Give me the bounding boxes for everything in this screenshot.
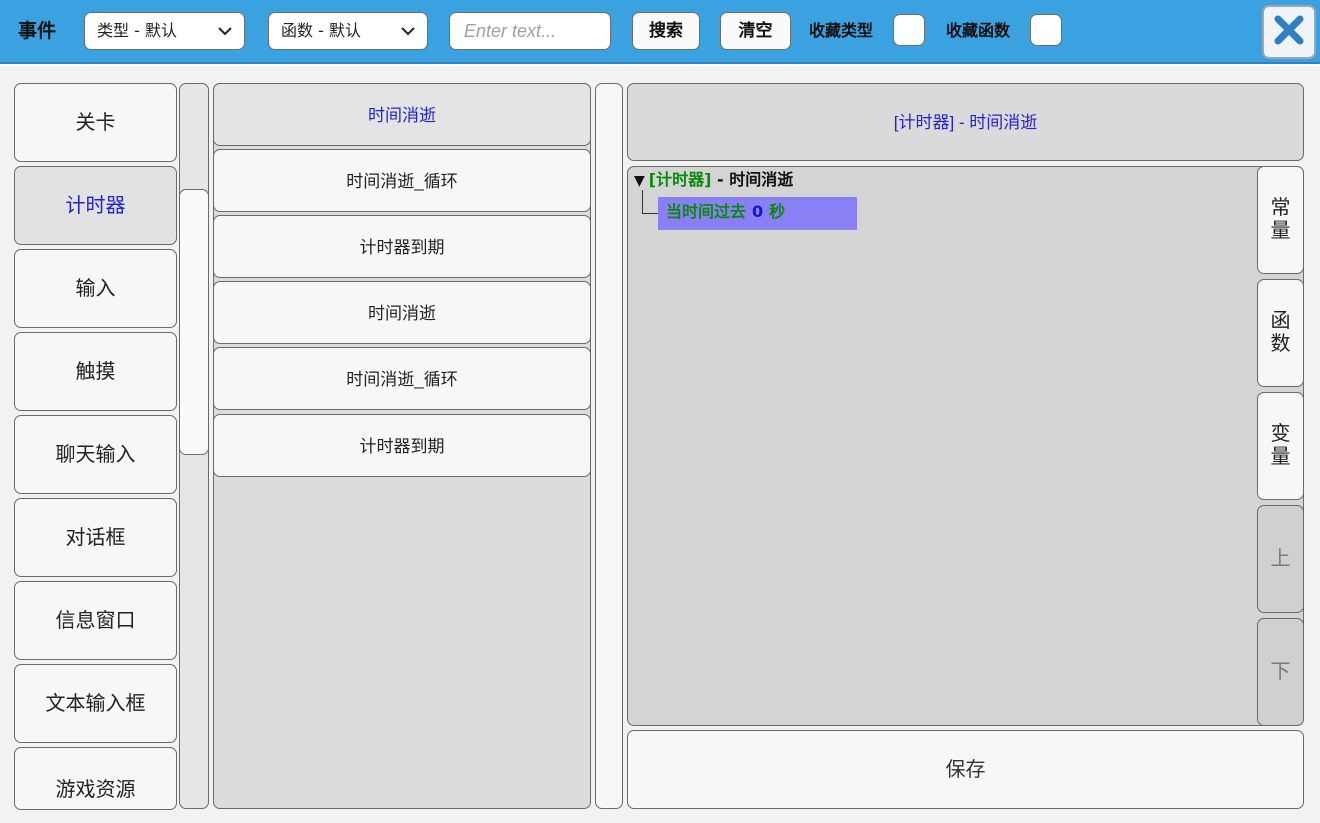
event-header: [计时器] - 时间消逝 [627,83,1304,161]
category-item[interactable]: 游戏资源 [14,747,177,810]
category-item[interactable]: 关卡 [14,83,177,162]
category-label: 触摸 [75,361,116,383]
function-item[interactable]: 时间消逝 [213,281,591,344]
close-icon [1272,13,1306,51]
favorite-function-label: 收藏函数 [946,21,1011,40]
category-item[interactable]: 聊天输入 [14,415,177,494]
move-down-label: 下 [1270,660,1291,683]
tree-condition-node[interactable]: 当时间过去 0 秒 [658,197,857,230]
condition-value[interactable]: 0 [752,202,763,221]
close-button[interactable] [1262,5,1316,59]
category-label: 信息窗口 [55,610,136,632]
category-label: 输入 [75,278,116,300]
favorite-type-checkbox[interactable] [893,14,925,46]
tree-root-separator: - [711,170,730,189]
category-item[interactable]: 对话框 [14,498,177,577]
move-up-button[interactable]: 上 [1257,505,1304,613]
tree-connector [642,213,658,214]
tab-functions-char: 函 [1270,310,1291,332]
tab-variables-char: 变 [1270,423,1291,445]
chevron-down-icon [216,13,234,49]
type-filter-dropdown[interactable]: 类型 - 默认 [84,12,245,50]
condition-prefix: 当时间过去 [666,202,747,221]
move-down-button[interactable]: 下 [1257,618,1304,726]
tab-constants-char: 常 [1270,197,1291,219]
tree-root-node[interactable]: ▼ [计时器] - 时间消逝 [634,169,793,191]
condition-suffix: 秒 [769,202,786,221]
type-filter-label: 类型 - 默认 [97,21,177,40]
function-item[interactable]: 时间消逝 [213,83,591,146]
category-label: 关卡 [75,112,116,134]
search-input[interactable] [449,12,611,50]
favorite-function-checkbox[interactable] [1030,14,1062,46]
tree-root-name: 时间消逝 [729,170,794,189]
tab-variables[interactable]: 变量 [1257,392,1304,500]
category-item[interactable]: 信息窗口 [14,581,177,660]
search-button[interactable]: 搜索 [632,12,700,50]
function-item[interactable]: 计时器到期 [213,414,591,477]
tree-connector [642,190,643,213]
function-filter-label: 函数 - 默认 [281,21,361,40]
tab-functions[interactable]: 函数 [1257,279,1304,387]
tab-constants-char: 量 [1270,220,1291,242]
category-item[interactable]: 文本输入框 [14,664,177,743]
tab-constants[interactable]: 常量 [1257,166,1304,274]
category-item[interactable]: 输入 [14,249,177,328]
tree-root-class: [计时器] [648,170,712,189]
top-toolbar: 事件 类型 - 默认 函数 - 默认 搜索 清空 收藏类型 收藏函数 [0,0,1320,64]
function-item[interactable]: 时间消逝_循环 [213,347,591,410]
tab-functions-char: 数 [1270,333,1291,355]
category-item[interactable]: 计时器 [14,166,177,245]
save-button[interactable]: 保存 [627,730,1304,809]
category-scrollbar-thumb[interactable] [179,189,209,455]
tab-variables-char: 量 [1270,446,1291,468]
function-scrollbar[interactable] [595,83,623,809]
event-editor[interactable] [627,166,1304,726]
function-item[interactable]: 时间消逝_循环 [213,149,591,212]
category-item[interactable]: 触摸 [14,332,177,411]
category-label: 文本输入框 [45,693,146,715]
category-label: 对话框 [65,527,126,549]
category-label: 聊天输入 [55,444,136,466]
favorite-type-label: 收藏类型 [809,21,874,40]
collapse-triangle-icon[interactable]: ▼ [634,173,645,189]
category-label: 游戏资源 [55,779,136,801]
category-label: 计时器 [65,195,126,217]
function-item[interactable]: 计时器到期 [213,215,591,278]
move-up-label: 上 [1270,547,1291,570]
chevron-down-icon [399,13,417,49]
function-filter-dropdown[interactable]: 函数 - 默认 [268,12,428,50]
clear-button[interactable]: 清空 [720,12,791,50]
page-title: 事件 [18,20,57,42]
